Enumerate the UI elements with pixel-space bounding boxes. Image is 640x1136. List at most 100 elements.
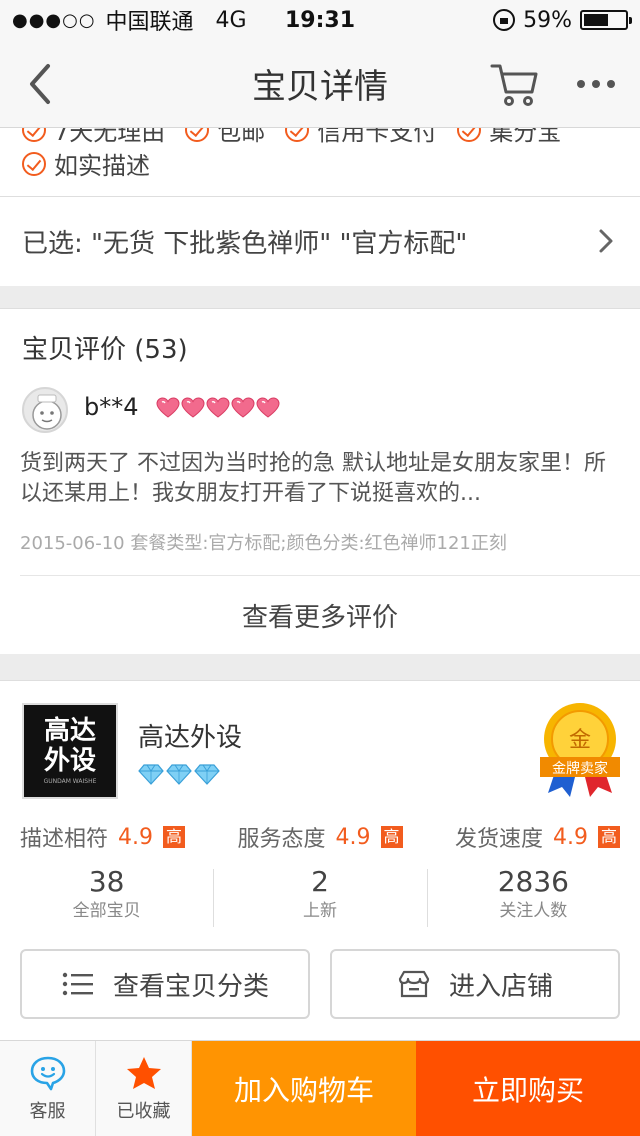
shop-ratings: 描述相符 4.9 高 服务态度 4.9 高 发货速度 4.9 高 (20, 821, 620, 853)
stat-followers[interactable]: 2836 关注人数 (426, 865, 640, 931)
status-right: 59% (493, 0, 632, 40)
gold-badge-char: 金 (569, 728, 591, 753)
gold-badge-label: 金牌卖家 (552, 760, 608, 777)
heart-icon (181, 397, 205, 418)
shop-logo-subtext: GUNDAM WAISHE (43, 778, 97, 785)
guarantee-row: 如实描述 (22, 146, 150, 181)
stat-label: 关注人数 (499, 901, 568, 921)
star-icon (126, 1057, 161, 1089)
nav-bar: 宝贝详情 (0, 40, 640, 128)
guarantee-label: 如实描述 (54, 152, 150, 180)
guarantee-item: 集分宝 (457, 128, 561, 147)
rating-label: 发货速度 (454, 827, 543, 852)
cart-icon (490, 64, 538, 106)
diamond-icon (166, 764, 192, 785)
customer-service-label: 客服 (29, 1101, 66, 1122)
chevron-left-icon (30, 64, 50, 104)
more-button[interactable] (574, 64, 618, 104)
view-categories-button[interactable]: 查看宝贝分类 (20, 949, 310, 1019)
rating-level-badge: 高 (597, 826, 620, 848)
guarantee-label: 信用卡支付 (317, 128, 438, 146)
rating-score: 4.9 (552, 824, 588, 850)
stat-number: 2836 (497, 865, 569, 898)
cart-button[interactable] (488, 58, 540, 110)
rating-label: 服务态度 (237, 827, 326, 852)
guarantee-item: 信用卡支付 (285, 128, 437, 147)
review-meta: 2015-06-10 套餐类型:官方标配;颜色分类:红色禅师121正刻 (20, 533, 507, 554)
guarantee-row: 7天无理由 包邮 信用卡支付 集分宝 (22, 128, 561, 147)
reviewer-name: b**4 (84, 393, 139, 421)
heart-icon (206, 397, 230, 418)
enter-shop-button[interactable]: 进入店铺 (330, 949, 620, 1019)
rating-service: 服务态度 4.9 高 (237, 821, 403, 853)
shop-name[interactable]: 高达外设 (138, 717, 242, 754)
stat-new-items[interactable]: 2 上新 (213, 865, 426, 931)
shop-level-diamonds (138, 763, 220, 785)
rating-description: 描述相符 4.9 高 (20, 821, 186, 853)
battery-percent: 59% (523, 7, 572, 33)
more-dots-icon (577, 80, 615, 88)
guarantee-label: 7天无理由 (54, 128, 166, 146)
reviews-title: 宝贝评价 (53) (22, 335, 188, 365)
shop-section: 高达 外设 GUNDAM WAISHE 高达外设 金 金牌卖家 描述相符 4.9… (0, 680, 640, 1042)
rotation-lock-icon (493, 9, 516, 31)
guarantee-item: 7天无理由 (22, 128, 165, 147)
shop-logo-text: 高达 (43, 716, 96, 746)
check-circle-icon (22, 151, 46, 176)
shop-logo-text: 外设 (43, 746, 96, 776)
check-circle-icon (185, 128, 210, 142)
chevron-right-icon (599, 229, 613, 253)
enter-shop-label: 进入店铺 (448, 971, 553, 1002)
shop-logo[interactable]: 高达 外设 GUNDAM WAISHE (22, 703, 118, 799)
more-reviews-button[interactable]: 查看更多评价 (0, 576, 640, 654)
stat-all-items[interactable]: 38 全部宝贝 (0, 865, 213, 931)
buy-now-button[interactable]: 立即购买 (416, 1041, 640, 1136)
check-circle-icon (22, 128, 46, 142)
favorite-button[interactable]: 已收藏 (96, 1041, 192, 1136)
review-text: 货到两天了 不过因为当时抢的急 默认地址是女朋友家里！所以还某用上！我女朋友打开… (20, 451, 606, 506)
gold-seller-badge: 金 金牌卖家 (540, 703, 620, 797)
favorite-label: 已收藏 (116, 1101, 171, 1122)
add-to-cart-button[interactable]: 加入购物车 (192, 1041, 416, 1136)
guarantee-label: 包邮 (217, 128, 266, 146)
rating-level-badge: 高 (163, 826, 186, 848)
avatar (22, 387, 68, 433)
bottom-action-bar: 客服 已收藏 加入购物车 立即购买 (0, 1040, 640, 1136)
reviewer-level-hearts (156, 397, 280, 419)
guarantee-section: 7天无理由 包邮 信用卡支付 集分宝 如实描述 (0, 128, 640, 196)
rating-shipping: 发货速度 4.9 高 (455, 821, 620, 853)
stat-label: 全部宝贝 (72, 901, 141, 921)
check-circle-icon (457, 128, 482, 142)
stat-label: 上新 (302, 901, 337, 921)
rating-score: 4.9 (118, 824, 154, 850)
page-title: 宝贝详情 (252, 67, 388, 107)
customer-service-button[interactable]: 客服 (0, 1041, 96, 1136)
view-categories-label: 查看宝贝分类 (112, 971, 269, 1002)
battery-fill (584, 14, 608, 26)
status-bar: ●●●○○ 中国联通 4G 19:31 59% (0, 0, 640, 40)
heart-icon (231, 397, 255, 418)
chat-bubble-icon (30, 1056, 65, 1091)
signal-strength-icon: ●●●○○ (12, 9, 96, 31)
network-type: 4G (215, 7, 247, 33)
rating-level-badge: 高 (380, 826, 403, 848)
check-circle-icon (285, 128, 310, 142)
carrier-name: 中国联通 (105, 10, 194, 35)
guarantee-item: 包邮 (185, 128, 265, 147)
guarantee-item: 如实描述 (22, 146, 150, 181)
reviews-section: 宝贝评价 (53) b**4 货到两天了 不过因为当时抢的急 默认地址是女朋友家… (0, 308, 640, 654)
list-icon (62, 972, 93, 996)
heart-icon (256, 397, 280, 418)
guarantee-label: 集分宝 (489, 128, 562, 146)
shop-stats: 38 全部宝贝 2 上新 2836 关注人数 (0, 865, 640, 931)
battery-icon (580, 10, 632, 30)
stat-number: 2 (311, 865, 329, 898)
avatar-face-icon (32, 394, 62, 430)
selected-spec-text: 已选: "无货 下批紫色禅师" "官方标配" (22, 229, 468, 259)
store-icon (398, 970, 430, 998)
rating-score: 4.9 (335, 824, 371, 850)
rating-label: 描述相符 (20, 827, 109, 852)
selected-spec-row[interactable]: 已选: "无货 下批紫色禅师" "官方标配" (0, 196, 640, 286)
heart-icon (156, 397, 180, 418)
back-button[interactable] (22, 60, 62, 108)
